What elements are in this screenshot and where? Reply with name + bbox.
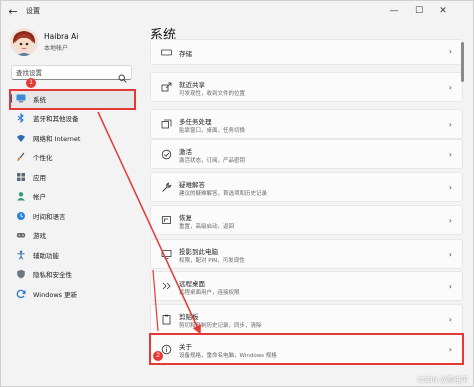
- scrollbar-thumb[interactable]: [461, 42, 464, 82]
- card-multitasking[interactable]: 多任务处理 贴靠窗口，桌面，任务切换 ›: [150, 109, 463, 139]
- brush-icon: [16, 152, 26, 162]
- sidebar-item-label: 网络和 Internet: [33, 134, 81, 143]
- sidebar-item-label: 隐私和安全性: [33, 271, 72, 280]
- avatar: [10, 28, 38, 56]
- card-title: 恢复: [179, 214, 192, 222]
- sidebar-item-label: 游戏: [33, 232, 46, 241]
- accessibility-icon: [16, 250, 26, 260]
- card-title: 激活: [179, 148, 192, 156]
- chevron-right-icon: ›: [448, 250, 452, 259]
- watermark: CSDN @高电平: [417, 376, 468, 384]
- sidebar-item-personalization[interactable]: 个性化: [10, 148, 136, 168]
- sidebar-item-gaming[interactable]: 游戏: [10, 226, 136, 246]
- user-profile[interactable]: Haibra Ai 本地帐户: [10, 28, 140, 58]
- sidebar-item-accounts[interactable]: 帐户: [10, 187, 136, 207]
- highlight-system: [9, 89, 136, 110]
- card-title: 投影到此电脑: [179, 248, 218, 256]
- sidebar-item-accessibility[interactable]: 辅助功能: [10, 245, 136, 265]
- sidebar-item-label: Windows 更新: [33, 290, 78, 299]
- gamepad-icon: [16, 230, 26, 240]
- card-subtitle: 可发现性，收到文件的位置: [179, 91, 246, 97]
- sidebar-item-label: 辅助功能: [33, 251, 59, 260]
- sidebar-nav: 系统 蓝牙和其他设备 网络和 Internet 个性化 应用 帐户 时间和语言 …: [10, 89, 136, 304]
- sidebar-item-label: 帐户: [33, 193, 46, 202]
- sidebar-item-privacy[interactable]: 隐私和安全性: [10, 265, 136, 285]
- step-badge-1: 1: [26, 78, 36, 88]
- chevron-right-icon: ›: [448, 150, 452, 159]
- card-title: 远程桌面: [179, 280, 205, 288]
- sidebar-item-apps[interactable]: 应用: [10, 167, 136, 187]
- storage-icon: [161, 47, 172, 58]
- card-title: 多任务处理: [179, 118, 212, 126]
- wrench-icon: [161, 182, 172, 193]
- chevron-right-icon: ›: [448, 183, 452, 192]
- multitask-icon: [161, 119, 172, 130]
- remote-icon: [161, 281, 172, 292]
- sidebar-item-windows-update[interactable]: Windows 更新: [10, 284, 136, 304]
- card-project-to-pc[interactable]: 投影到此电脑 权限，配对 PIN，可发现性 ›: [150, 239, 463, 269]
- projector-icon: [161, 249, 172, 260]
- card-subtitle: 重置，高级启动，返回: [179, 224, 235, 230]
- card-activation[interactable]: 激活 激活状态，订阅，产品密钥 ›: [150, 139, 463, 169]
- globe-clock-icon: [16, 211, 26, 221]
- account-type: 本地帐户: [44, 45, 69, 52]
- card-subtitle: 权限，配对 PIN，可发现性: [179, 258, 245, 264]
- card-subtitle: 贴靠窗口，桌面，任务切换: [179, 128, 246, 134]
- card-subtitle: 剪切和复制历史记录，同步，清除: [179, 323, 262, 329]
- chevron-right-icon: ›: [448, 120, 452, 129]
- card-subtitle: 激活状态，订阅，产品密钥: [179, 158, 246, 164]
- card-title: 剪贴板: [179, 313, 199, 321]
- search-input[interactable]: [16, 68, 116, 78]
- card-subtitle: 远程桌面用户，连接权限: [179, 290, 240, 296]
- back-arrow-icon[interactable]: ←: [6, 5, 20, 19]
- card-storage[interactable]: 存储 ›: [150, 39, 463, 65]
- sidebar-item-network[interactable]: 网络和 Internet: [10, 128, 136, 148]
- network-icon: [16, 133, 26, 143]
- recovery-icon: [161, 215, 172, 226]
- bluetooth-icon: [16, 113, 26, 124]
- update-icon: [16, 289, 26, 299]
- chevron-right-icon: ›: [448, 282, 452, 291]
- settings-window: ← 设置 — ☐ ✕ Haibra Ai 本地帐户 查找设置 系统 蓝牙和其他设…: [0, 0, 474, 387]
- sidebar-item-bluetooth[interactable]: 蓝牙和其他设备: [10, 109, 136, 129]
- chevron-right-icon: ›: [448, 315, 452, 324]
- sidebar-item-time-language[interactable]: 时间和语言: [10, 206, 136, 226]
- card-title: 就近共享: [179, 81, 205, 89]
- apps-icon: [16, 172, 26, 182]
- search-icon[interactable]: [118, 68, 127, 83]
- step-badge-2: 2: [153, 351, 163, 361]
- app-title: 设置: [26, 7, 40, 15]
- account-icon: [16, 191, 26, 201]
- scrollbar[interactable]: [461, 42, 464, 342]
- chevron-right-icon: ›: [448, 47, 452, 56]
- highlight-about: [149, 333, 464, 365]
- sidebar-item-label: 个性化: [33, 154, 53, 163]
- sidebar-item-label: 蓝牙和其他设备: [33, 115, 79, 124]
- card-title: 疑难解答: [179, 181, 205, 189]
- card-nearby-sharing[interactable]: 就近共享 可发现性，收到文件的位置 ›: [150, 72, 463, 102]
- main-content: 系统 存储 › 就近共享 可发现性，收到文件的位置 › 多任务处理 贴靠窗口，桌…: [150, 0, 474, 387]
- activation-icon: [161, 149, 172, 160]
- card-troubleshoot[interactable]: 疑难解答 建议的疑难解答，首选项和历史记录 ›: [150, 172, 463, 202]
- user-name: Haibra Ai: [44, 32, 79, 41]
- chevron-right-icon: ›: [448, 216, 452, 225]
- sidebar-item-label: 时间和语言: [33, 212, 66, 221]
- card-subtitle: 建议的疑难解答，首选项和历史记录: [179, 191, 268, 197]
- clipboard-icon: [161, 314, 172, 325]
- shield-icon: [16, 269, 26, 279]
- card-recovery[interactable]: 恢复 重置，高级启动，返回 ›: [150, 205, 463, 235]
- sidebar-item-label: 应用: [33, 173, 46, 182]
- card-remote-desktop[interactable]: 远程桌面 远程桌面用户，连接权限 ›: [150, 271, 463, 301]
- chevron-right-icon: ›: [448, 83, 452, 92]
- card-title: 存储: [179, 50, 192, 58]
- share-icon: [161, 82, 172, 93]
- card-clipboard[interactable]: 剪贴板 剪切和复制历史记录，同步，清除 ›: [150, 304, 463, 334]
